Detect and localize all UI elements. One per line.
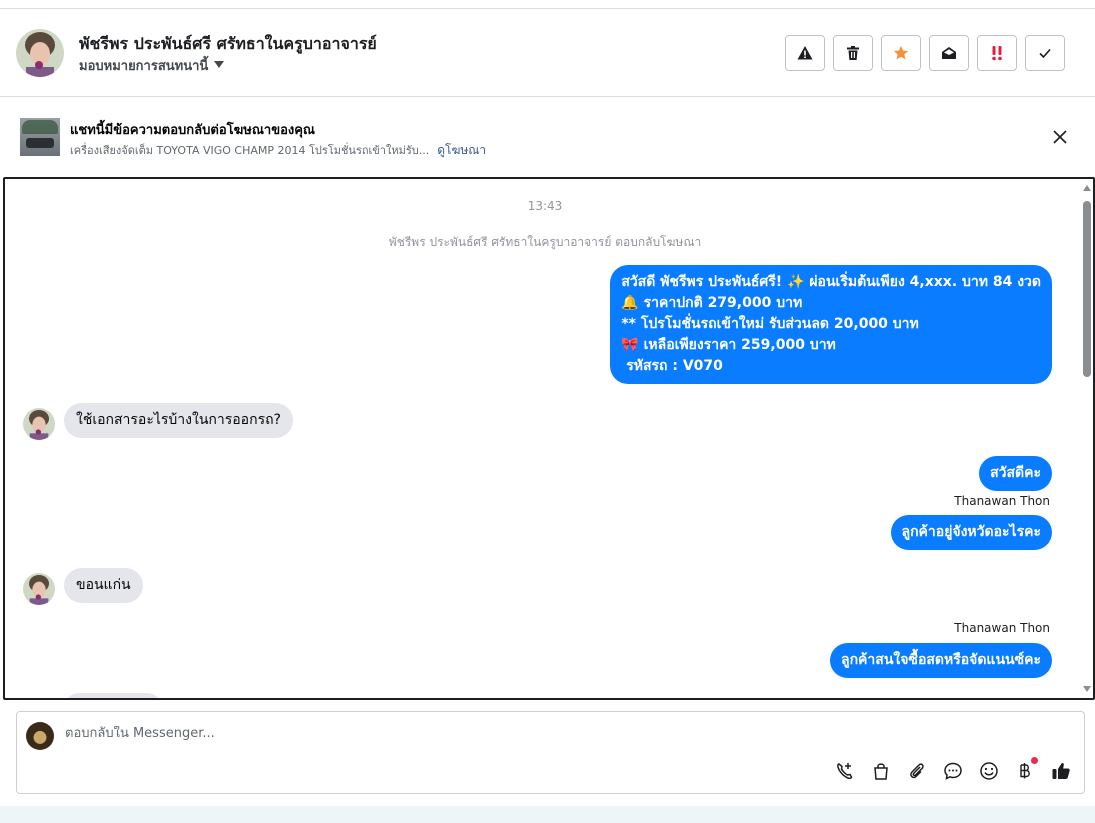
scroll-up-icon[interactable] — [1083, 185, 1091, 191]
mark-read-icon — [942, 47, 956, 59]
agent-name: Thanawan Thon — [954, 621, 1050, 635]
contact-avatar[interactable] — [16, 29, 64, 77]
saved-reply-icon — [944, 762, 962, 780]
important-icon — [992, 46, 1002, 61]
contact-name: พัชรีพร ประพันธ์ศรี ศรัทธาในครูบาอาจารย์ — [79, 34, 377, 53]
payment-button[interactable] — [1014, 757, 1038, 782]
like-icon — [1052, 763, 1070, 779]
caret-down-icon — [214, 61, 225, 68]
shopping-bag-icon — [874, 763, 888, 780]
customer-avatar — [23, 573, 55, 605]
attach-button[interactable] — [906, 760, 928, 782]
important-button[interactable] — [977, 35, 1017, 71]
customer-message[interactable]: ใช้เอกสารอะไรบ้างในการออกรถ? — [64, 403, 293, 438]
promo-message[interactable]: สวัสดี พัชรีพร ประพันธ์ศรี! ✨ ผ่อนเริ่มต… — [610, 265, 1052, 384]
call-button[interactable] — [834, 760, 856, 782]
mark-done-button[interactable] — [1025, 35, 1065, 71]
shop-button[interactable] — [870, 760, 892, 782]
bottom-band — [0, 806, 1095, 823]
promo-line: 🎀 เหลือเพียงราคา 259,000 บาท — [621, 337, 836, 353]
alert-icon — [797, 46, 813, 60]
composer-toolbar — [834, 757, 1072, 782]
promo-line: 🔔 ราคาปกติ 279,000 บาท — [621, 295, 803, 311]
scroll-thumb[interactable] — [1083, 201, 1091, 377]
reply-composer — [16, 711, 1085, 794]
ad-thumbnail — [20, 118, 60, 156]
thread-scrollbar[interactable] — [1081, 179, 1093, 698]
assign-conversation-dropdown[interactable]: มอบหมายการสนทนานี้ — [79, 55, 225, 76]
agent-message[interactable]: ลูกค้าอยู่จังหวัดอะไรคะ — [890, 515, 1052, 550]
reply-input[interactable] — [65, 726, 965, 741]
promo-line: ** โปรโมชั่นรถเข้าใหม่ รับส่วนลด 20,000 … — [621, 316, 919, 332]
emoji-button[interactable] — [978, 760, 1000, 782]
agent-message[interactable]: สวัสดีคะ — [979, 456, 1052, 491]
partial-message — [64, 693, 162, 698]
check-icon — [1039, 48, 1051, 59]
message-timestamp: 13:43 — [527, 199, 563, 213]
trash-icon — [847, 46, 859, 60]
baht-icon — [1020, 763, 1030, 779]
system-note: พัชรีพร ประพันธ์ศรี ศรัทธาในครูบาอาจารย์… — [388, 235, 702, 249]
ad-banner-title: แชทนี้มีข้อความตอบกลับต่อโฆษณาของคุณ — [70, 123, 315, 138]
agent-name: Thanawan Thon — [954, 494, 1050, 508]
like-button[interactable] — [1050, 760, 1072, 782]
emoji-icon — [980, 762, 998, 780]
attachment-icon — [910, 763, 924, 779]
ad-banner-description: เครื่องเสียงจัดเต็ม TOYOTA VIGO CHAMP 20… — [70, 141, 486, 160]
customer-message[interactable]: ขอนแก่น — [64, 568, 143, 603]
agent-message[interactable]: ลูกค้าสนใจซื้อสดหรือจัดแนนซ์คะ — [830, 643, 1052, 678]
assign-label: มอบหมายการสนทนานี้ — [79, 59, 209, 74]
star-icon — [893, 45, 909, 60]
message-thread[interactable]: 13:43 พัชรีพร ประพันธ์ศรี ศรัทธาในครูบาอ… — [3, 177, 1095, 700]
scroll-down-icon[interactable] — [1083, 686, 1091, 692]
conversation-header: พัชรีพร ประพันธ์ศรี ศรัทธาในครูบาอาจารย์… — [0, 9, 1095, 97]
close-icon[interactable] — [1051, 128, 1069, 146]
promo-line: รหัสรถ : V070 — [621, 358, 723, 374]
customer-avatar — [23, 408, 55, 440]
notification-dot — [1031, 757, 1038, 764]
report-button[interactable] — [785, 35, 825, 71]
page-avatar — [26, 722, 54, 750]
delete-button[interactable] — [833, 35, 873, 71]
ad-reply-banner: แชทนี้มีข้อความตอบกลับต่อโฆษณาของคุณ เคร… — [0, 98, 1095, 176]
view-ad-link[interactable]: ดูโฆษณา — [437, 143, 486, 157]
promo-line: สวัสดี พัชรีพร ประพันธ์ศรี! ✨ ผ่อนเริ่มต… — [621, 274, 1041, 290]
mark-unread-button[interactable] — [929, 35, 969, 71]
star-button[interactable] — [881, 35, 921, 71]
ad-description-text: เครื่องเสียงจัดเต็ม TOYOTA VIGO CHAMP 20… — [70, 144, 430, 157]
saved-replies-button[interactable] — [942, 760, 964, 782]
conversation-actions — [785, 35, 1065, 71]
call-icon — [837, 763, 853, 780]
